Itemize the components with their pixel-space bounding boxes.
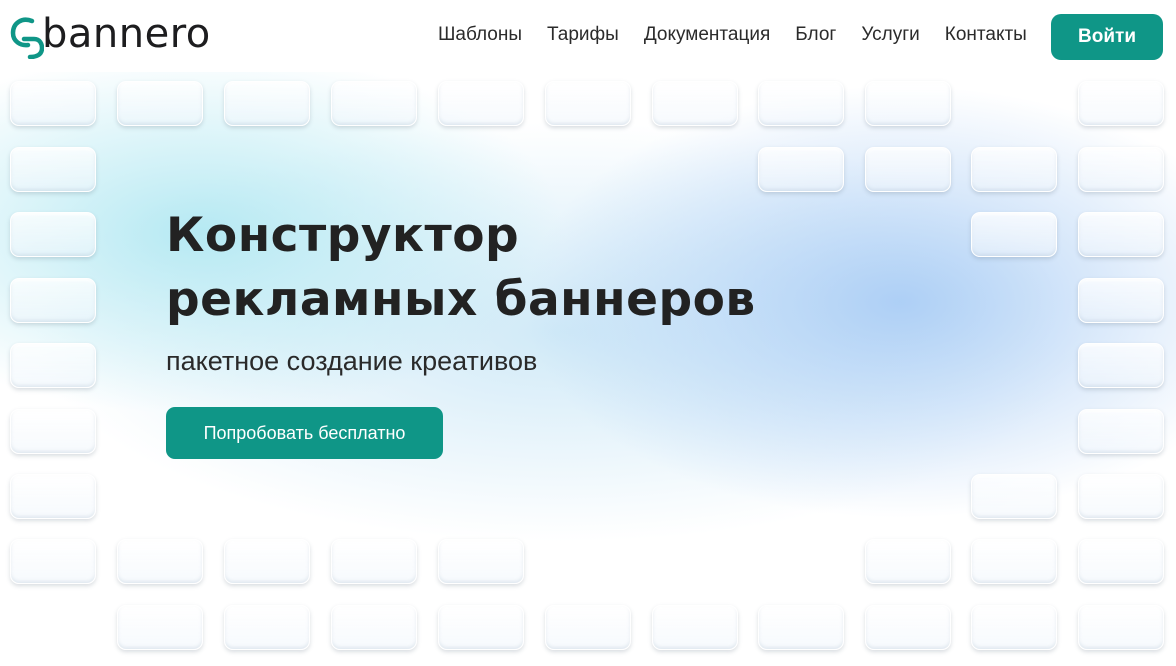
decorative-tile: [117, 539, 203, 584]
logo-icon: [10, 17, 44, 59]
decorative-tile: [1078, 343, 1164, 388]
decorative-tile: [865, 605, 951, 650]
decorative-tile: [1078, 409, 1164, 454]
decorative-tile: [331, 539, 417, 584]
decorative-tile: [971, 605, 1057, 650]
decorative-tile: [10, 212, 96, 257]
decorative-tile: [438, 605, 524, 650]
decorative-tile: [545, 81, 631, 126]
decorative-tile: [10, 539, 96, 584]
decorative-tile: [438, 81, 524, 126]
decorative-tile: [545, 605, 631, 650]
decorative-tile: [1078, 278, 1164, 323]
decorative-tile: [10, 81, 96, 126]
decorative-tile: [1078, 147, 1164, 192]
try-free-button[interactable]: Попробовать бесплатно: [166, 407, 443, 459]
decorative-tile: [331, 605, 417, 650]
login-button[interactable]: Войти: [1051, 14, 1163, 60]
hero-subtitle: пакетное создание креативов: [166, 346, 538, 376]
decorative-tile: [1078, 605, 1164, 650]
decorative-tile: [224, 81, 310, 126]
decorative-tile: [10, 409, 96, 454]
decorative-tile: [117, 81, 203, 126]
nav-templates[interactable]: Шаблоны: [438, 24, 522, 46]
logo[interactable]: bannero: [10, 10, 211, 62]
decorative-tile: [10, 147, 96, 192]
decorative-tile: [758, 81, 844, 126]
decorative-tile: [652, 81, 738, 126]
hero-title-line1: Конструктор: [166, 208, 520, 263]
hero-section: Конструктор рекламных баннеров пакетное …: [166, 204, 756, 377]
decorative-tile: [865, 147, 951, 192]
logo-text: bannero: [42, 11, 211, 57]
hero-title: Конструктор рекламных баннеров: [166, 204, 756, 332]
decorative-tile: [1078, 212, 1164, 257]
decorative-tile: [652, 605, 738, 650]
decorative-tile: [1078, 474, 1164, 519]
nav-docs[interactable]: Документация: [644, 24, 770, 46]
nav-services[interactable]: Услуги: [861, 24, 919, 46]
decorative-tile: [971, 212, 1057, 257]
nav-pricing[interactable]: Тарифы: [547, 24, 619, 46]
decorative-tile: [224, 605, 310, 650]
decorative-tile: [10, 474, 96, 519]
site-header: bannero Шаблоны Тарифы Документация Блог…: [0, 0, 1176, 72]
nav-contacts[interactable]: Контакты: [945, 24, 1027, 46]
decorative-tile: [438, 539, 524, 584]
decorative-tile: [224, 539, 310, 584]
decorative-tile: [758, 147, 844, 192]
decorative-tile: [758, 605, 844, 650]
decorative-tile: [1078, 81, 1164, 126]
decorative-tile: [971, 539, 1057, 584]
decorative-tile: [865, 81, 951, 126]
main-nav: Шаблоны Тарифы Документация Блог Услуги …: [438, 24, 1052, 46]
hero-title-line2: рекламных баннеров: [166, 272, 756, 327]
decorative-tile: [331, 81, 417, 126]
decorative-tile: [865, 539, 951, 584]
decorative-tile: [971, 474, 1057, 519]
decorative-tile: [10, 343, 96, 388]
decorative-tile: [117, 605, 203, 650]
decorative-tile: [1078, 539, 1164, 584]
nav-blog[interactable]: Блог: [795, 24, 836, 46]
decorative-tile: [10, 278, 96, 323]
decorative-tile: [971, 147, 1057, 192]
